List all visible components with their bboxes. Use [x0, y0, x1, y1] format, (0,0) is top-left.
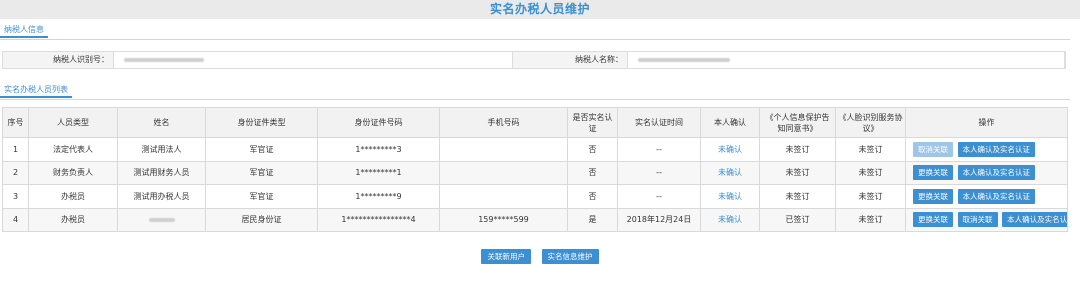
confirm-status-link[interactable]: 未确认: [700, 207, 760, 232]
taxpayer-info-row: 纳税人识别号： 纳税人名称：: [2, 51, 1066, 69]
table-header-row: 序号 人员类型 姓名 身份证件类型 身份证件号码 手机号码 是否实名认证 实名认…: [2, 107, 1068, 138]
cell-privacy: 未签订: [759, 184, 836, 209]
info-maintain-button[interactable]: 实名信息维护: [541, 249, 599, 264]
taxpayer-name-field: [627, 52, 1065, 68]
cell-name: 测试用办税人员: [117, 184, 206, 209]
cell-verified: 否: [567, 160, 618, 185]
confirm-status-link[interactable]: 未确认: [700, 184, 760, 209]
cell-phone: [439, 184, 568, 209]
table-row: 4 办税员 居民身份证 1****************4 159*****5…: [2, 207, 1068, 232]
cell-verified: 否: [567, 137, 618, 162]
staff-table: 序号 人员类型 姓名 身份证件类型 身份证件号码 手机号码 是否实名认证 实名认…: [2, 107, 1068, 232]
cell-verify-time: --: [617, 137, 701, 162]
redacted-name: [148, 217, 175, 222]
confirm-verify-button[interactable]: 本人确认及实名认证: [957, 188, 1036, 204]
col-header-no: 序号: [2, 107, 29, 138]
bottom-actions: 关联新用户 实名信息维护: [0, 249, 1080, 264]
confirm-status-link[interactable]: 未确认: [700, 137, 760, 162]
col-header-confirm: 本人确认: [700, 107, 760, 138]
col-header-id-no: 身份证件号码: [317, 107, 440, 138]
cell-verify-time: --: [617, 160, 701, 185]
cell-id-type: 军官证: [205, 137, 318, 162]
cell-name: 测试用法人: [117, 137, 206, 162]
change-link-button[interactable]: 更换关联: [913, 188, 953, 204]
cell-actions: 更换关联 本人确认及实名认证: [905, 160, 1068, 185]
cell-face: 未签订: [835, 160, 906, 185]
cell-face: 未签订: [835, 207, 906, 232]
cell-no: 2: [2, 160, 29, 185]
table-row: 3 办税员 测试用办税人员 军官证 1*********9 否 -- 未确认 未…: [2, 184, 1068, 209]
cell-id-type: 居民身份证: [205, 207, 318, 232]
cell-id-type: 军官证: [205, 160, 318, 185]
page-title: 实名办税人员维护: [489, 2, 590, 16]
table-row: 2 财务负责人 测试用财务人员 军官证 1*********1 否 -- 未确认…: [2, 160, 1068, 185]
cell-privacy: 已签订: [759, 207, 836, 232]
link-new-user-button[interactable]: 关联新用户: [481, 249, 531, 264]
title-bar: 实名办税人员维护: [0, 0, 1080, 19]
tab-taxpayer-info[interactable]: 纳税人信息: [0, 24, 48, 38]
cell-id-no: 1*********1: [317, 160, 440, 185]
col-header-name: 姓名: [117, 107, 206, 138]
cell-type: 法定代表人: [28, 137, 118, 162]
confirm-verify-button[interactable]: 本人确认及实名认证: [957, 165, 1036, 181]
cell-privacy: 未签订: [759, 137, 836, 162]
col-header-id-type: 身份证件类型: [205, 107, 318, 138]
cell-type: 办税员: [28, 207, 118, 232]
cell-privacy: 未签订: [759, 160, 836, 185]
cancel-link-button[interactable]: 取消关联: [913, 141, 953, 157]
col-header-verify-time: 实名认证时间: [617, 107, 701, 138]
cell-no: 1: [2, 137, 29, 162]
cell-actions: 更换关联 本人确认及实名认证: [905, 184, 1068, 209]
col-header-face: 《人脸识别服务协议》: [835, 107, 906, 138]
col-header-phone: 手机号码: [439, 107, 568, 138]
change-link-button[interactable]: 更换关联: [913, 165, 953, 181]
cell-name: [117, 207, 206, 232]
cell-no: 4: [2, 207, 29, 232]
redacted-value: [124, 58, 204, 62]
cell-phone: [439, 160, 568, 185]
taxpayer-id-label: 纳税人识别号：: [53, 55, 109, 64]
cell-name: 测试用财务人员: [117, 160, 206, 185]
table-row: 1 法定代表人 测试用法人 军官证 1*********3 否 -- 未确认 未…: [2, 137, 1068, 162]
taxpayer-id-field: [113, 52, 513, 68]
cell-verified: 否: [567, 184, 618, 209]
confirm-status-link[interactable]: 未确认: [700, 160, 760, 185]
cell-actions: 更换关联 取消关联 本人确认及实名认证: [905, 207, 1068, 232]
confirm-verify-button[interactable]: 本人确认及实名认证: [957, 141, 1036, 157]
cell-face: 未签订: [835, 184, 906, 209]
cell-type: 办税员: [28, 184, 118, 209]
cell-verify-time: --: [617, 184, 701, 209]
col-header-actions: 操作: [905, 107, 1068, 138]
col-header-verified: 是否实名认证: [567, 107, 618, 138]
col-header-type: 人员类型: [28, 107, 118, 138]
redacted-value: [638, 58, 730, 62]
cell-no: 3: [2, 184, 29, 209]
cell-phone: [439, 137, 568, 162]
taxpayer-name-label: 纳税人名称：: [575, 55, 623, 64]
cell-actions: 取消关联 本人确认及实名认证: [905, 137, 1068, 162]
section-divider: [0, 99, 1070, 100]
col-header-privacy: 《个人信息保护告知同意书》: [759, 107, 836, 138]
cell-verify-time: 2018年12月24日: [617, 207, 701, 232]
cancel-link-button[interactable]: 取消关联: [957, 212, 998, 228]
cell-id-type: 军官证: [205, 184, 318, 209]
section-divider: [0, 39, 1070, 40]
cell-id-no: 1****************4: [317, 207, 440, 232]
cell-id-no: 1*********9: [317, 184, 440, 209]
cell-type: 财务负责人: [28, 160, 118, 185]
change-link-button[interactable]: 更换关联: [913, 212, 953, 228]
confirm-verify-button[interactable]: 本人确认及实名认证: [1002, 212, 1067, 228]
cell-id-no: 1*********3: [317, 137, 440, 162]
cell-phone: 159*****599: [439, 207, 568, 232]
tab-staff-list[interactable]: 实名办税人员列表: [0, 84, 72, 98]
cell-verified: 是: [567, 207, 618, 232]
cell-face: 未签订: [835, 137, 906, 162]
